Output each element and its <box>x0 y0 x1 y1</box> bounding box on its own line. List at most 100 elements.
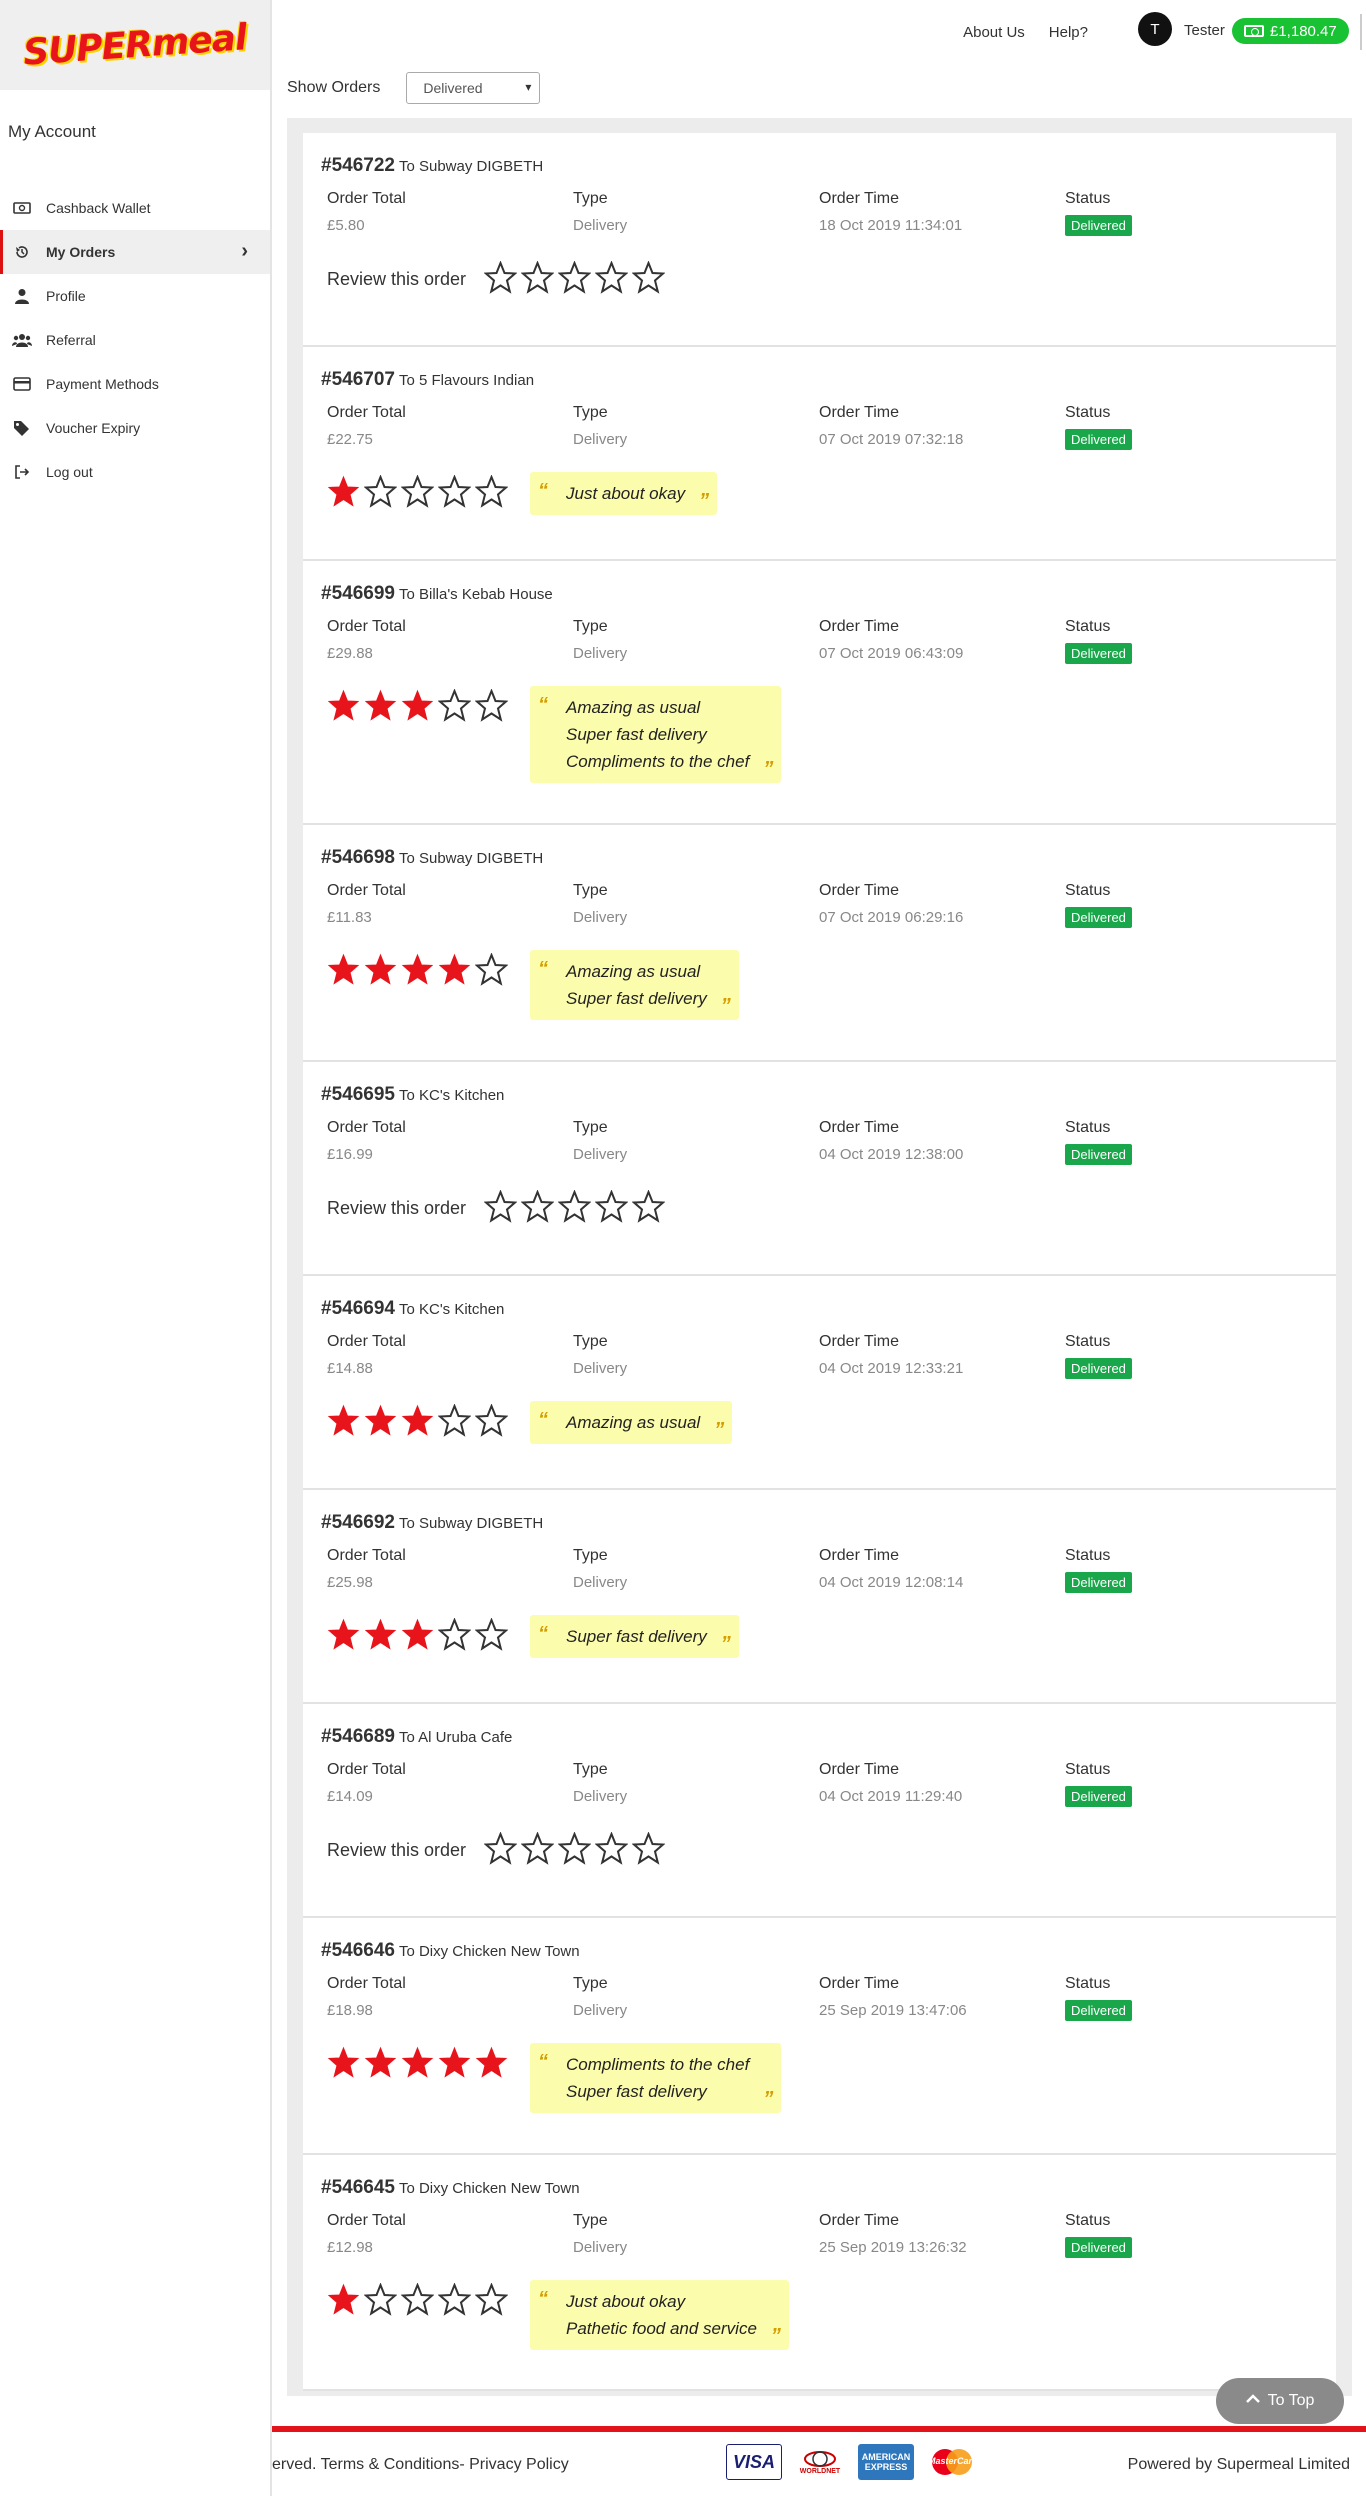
star-filled-icon[interactable] <box>364 953 397 986</box>
star-empty-icon[interactable] <box>483 1830 518 1865</box>
star-empty-icon[interactable] <box>437 1616 472 1651</box>
star-empty-icon[interactable] <box>520 1188 555 1223</box>
star-filled-icon[interactable] <box>401 689 434 722</box>
to-top-button[interactable]: To Top <box>1216 2378 1344 2424</box>
order-total-label: Order Total <box>327 882 406 899</box>
order-id[interactable]: #546699 <box>321 583 395 604</box>
order-id[interactable]: #546694 <box>321 1298 395 1319</box>
star-filled-icon[interactable] <box>327 689 360 722</box>
help-link[interactable]: Help? <box>1049 24 1088 41</box>
star-empty-icon[interactable] <box>437 687 472 722</box>
username[interactable]: Tester <box>1184 22 1225 39</box>
star-rating[interactable] <box>327 472 509 510</box>
order-type-label: Type <box>573 2212 608 2229</box>
star-empty-icon[interactable] <box>400 2281 435 2316</box>
star-empty-icon[interactable] <box>557 1188 592 1223</box>
wallet-balance-badge[interactable]: £1,180.47 <box>1232 18 1349 44</box>
star-filled-icon[interactable] <box>401 953 434 986</box>
star-empty-icon[interactable] <box>631 1188 666 1223</box>
star-filled-icon[interactable] <box>327 1618 360 1651</box>
star-empty-icon[interactable] <box>594 259 629 294</box>
sidebar-item-voucher-expiry[interactable]: Voucher Expiry <box>0 406 270 450</box>
sidebar-item-label: Log out <box>46 464 93 480</box>
about-us-link[interactable]: About Us <box>963 24 1025 41</box>
star-empty-icon[interactable] <box>557 259 592 294</box>
star-filled-icon[interactable] <box>438 2046 471 2079</box>
star-empty-icon[interactable] <box>474 1616 509 1651</box>
star-empty-icon[interactable] <box>631 259 666 294</box>
footer: erved. Terms & Conditions- Privacy Polic… <box>272 2432 1366 2496</box>
star-rating[interactable] <box>483 258 666 296</box>
terms-link[interactable]: Terms & Conditions <box>321 2456 460 2473</box>
star-empty-icon[interactable] <box>474 951 509 986</box>
star-filled-icon[interactable] <box>364 2046 397 2079</box>
star-empty-icon[interactable] <box>474 473 509 508</box>
star-filled-icon[interactable] <box>401 1618 434 1651</box>
star-empty-icon[interactable] <box>594 1830 629 1865</box>
sidebar-item-referral[interactable]: Referral <box>0 318 270 362</box>
star-filled-icon[interactable] <box>401 1404 434 1437</box>
order-id[interactable]: #546689 <box>321 1726 395 1747</box>
star-filled-icon[interactable] <box>364 1618 397 1651</box>
review-row: “ Amazing as usual Super fast delivery Comp… <box>321 686 1318 783</box>
star-filled-icon[interactable] <box>475 2046 508 2079</box>
sidebar-item-log-out[interactable]: Log out <box>0 450 270 494</box>
star-rating[interactable] <box>327 686 509 724</box>
order-id[interactable]: #546722 <box>321 155 395 176</box>
star-rating[interactable] <box>483 1187 666 1225</box>
sidebar-item-cashback-wallet[interactable]: Cashback Wallet <box>0 186 270 230</box>
order-id[interactable]: #546698 <box>321 847 395 868</box>
order-id[interactable]: #546695 <box>321 1084 395 1105</box>
status-badge: Delivered <box>1065 2237 1132 2258</box>
order-card: #546645 To Dixy Chicken New Town Order Tot… <box>303 2155 1336 2391</box>
order-status-select[interactable]: Delivered <box>406 72 541 104</box>
star-empty-icon[interactable] <box>437 1402 472 1437</box>
order-id[interactable]: #546692 <box>321 1512 395 1533</box>
star-empty-icon[interactable] <box>520 259 555 294</box>
star-empty-icon[interactable] <box>437 473 472 508</box>
sidebar-item-profile[interactable]: Profile <box>0 274 270 318</box>
logo[interactable]: SUPERmeal <box>0 0 270 90</box>
order-total: Order Total £12.98 <box>327 2212 573 2258</box>
star-empty-icon[interactable] <box>437 2281 472 2316</box>
order-type: Type Delivery <box>573 1547 819 1593</box>
star-empty-icon[interactable] <box>474 1402 509 1437</box>
star-filled-icon[interactable] <box>327 2283 360 2316</box>
star-filled-icon[interactable] <box>327 1404 360 1437</box>
star-filled-icon[interactable] <box>364 1404 397 1437</box>
star-empty-icon[interactable] <box>483 259 518 294</box>
restaurant-name: To Al Uruba Cafe <box>398 1729 513 1746</box>
star-rating[interactable] <box>327 1615 509 1653</box>
star-rating[interactable] <box>327 1401 509 1439</box>
star-rating[interactable] <box>327 2043 508 2081</box>
star-empty-icon[interactable] <box>520 1830 555 1865</box>
privacy-link[interactable]: - Privacy Policy <box>459 2456 568 2473</box>
star-filled-icon[interactable] <box>401 2046 434 2079</box>
star-empty-icon[interactable] <box>363 2281 398 2316</box>
order-id[interactable]: #546707 <box>321 369 395 390</box>
star-filled-icon[interactable] <box>327 953 360 986</box>
star-empty-icon[interactable] <box>363 473 398 508</box>
star-rating[interactable] <box>327 2280 509 2318</box>
star-filled-icon[interactable] <box>364 689 397 722</box>
star-filled-icon[interactable] <box>438 953 471 986</box>
sidebar-item-my-orders[interactable]: My Orders › <box>0 230 270 274</box>
star-empty-icon[interactable] <box>400 473 435 508</box>
sidebar-item-payment-methods[interactable]: Payment Methods <box>0 362 270 406</box>
star-empty-icon[interactable] <box>631 1830 666 1865</box>
avatar[interactable]: T <box>1138 12 1172 46</box>
order-details: Order Total £16.99 Type Delivery Order Time 0… <box>321 1119 1318 1165</box>
star-rating[interactable] <box>327 950 509 988</box>
star-empty-icon[interactable] <box>557 1830 592 1865</box>
star-empty-icon[interactable] <box>483 1188 518 1223</box>
star-rating[interactable] <box>483 1829 666 1867</box>
order-id[interactable]: #546645 <box>321 2177 395 2198</box>
review-comment-line: Amazing as usual <box>566 962 701 981</box>
star-filled-icon[interactable] <box>327 2046 360 2079</box>
order-id[interactable]: #546646 <box>321 1940 395 1961</box>
star-empty-icon[interactable] <box>474 687 509 722</box>
order-time-value: 04 Oct 2019 12:38:00 <box>819 1146 964 1163</box>
star-filled-icon[interactable] <box>327 475 360 508</box>
star-empty-icon[interactable] <box>594 1188 629 1223</box>
star-empty-icon[interactable] <box>474 2281 509 2316</box>
